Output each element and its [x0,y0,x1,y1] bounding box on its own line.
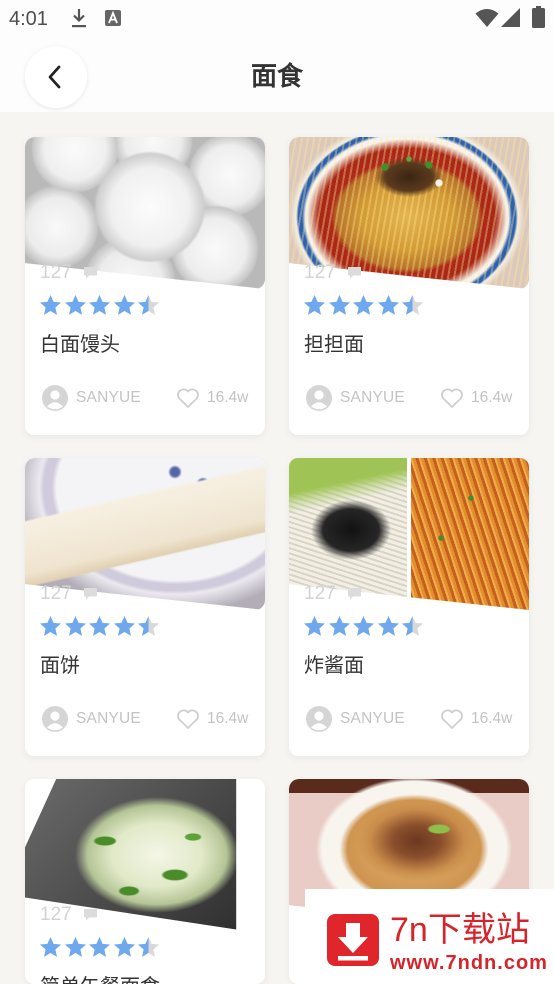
download-icon [70,8,88,28]
avatar-icon [42,706,68,732]
recipe-title: 面饼 [40,653,80,677]
star-icon [113,294,135,315]
star-rating [303,615,424,638]
star-icon [328,615,350,636]
comment-icon [83,587,98,601]
wifi-icon [475,8,499,27]
comment-count: 127 [40,262,72,283]
star-icon [88,615,111,636]
a-box-icon [105,10,121,26]
avatar-icon [306,706,332,732]
star-rating [39,615,160,638]
battery-icon [532,6,545,28]
recipe-card[interactable]: 127 简单午餐面食 [25,779,265,984]
recipe-title: 炸酱面 [304,653,364,677]
watermark: 7n下载站 www.7ndn.com [305,889,554,984]
star-icon [64,615,86,636]
half-star-icon [401,294,424,315]
author-name: SANYUE [340,389,405,406]
star-icon [39,615,62,636]
half-star-icon [137,615,160,636]
author-name: SANYUE [340,710,405,727]
recipe-card[interactable]: 127 白面馒头 SANYUE 16.4w [25,137,265,435]
star-icon [377,615,399,636]
author-name: SANYUE [76,710,141,727]
recipe-title: 简单午餐面食 [40,974,160,984]
comment-count: 127 [40,583,72,604]
star-icon [328,294,350,315]
recipe-card[interactable]: 127 炸酱面 SANYUE 16.4w [289,458,529,756]
comment-count: 127 [304,262,336,283]
comment-icon [347,587,362,601]
download-logo-icon [327,914,379,966]
heart-icon[interactable] [176,708,200,730]
page-title: 面食 [250,62,303,92]
star-icon [303,615,326,636]
star-rating [39,936,160,959]
comment-icon [83,908,98,922]
comment-count: 127 [304,583,336,604]
like-count: 16.4w [207,389,249,406]
top-bar: 4:01 面食 [0,0,554,112]
like-count: 16.4w [207,710,249,727]
star-icon [113,936,135,957]
comment-count: 127 [40,904,72,925]
star-icon [113,615,135,636]
heart-icon[interactable] [176,387,200,409]
star-icon [39,294,62,315]
recipe-title: 担担面 [304,332,364,356]
star-icon [377,294,399,315]
heart-icon[interactable] [440,387,464,409]
like-count: 16.4w [471,389,513,406]
avatar-icon [306,385,332,411]
image-right-half [411,458,529,610]
star-icon [64,936,86,957]
author-name: SANYUE [76,389,141,406]
recipe-title: 白面馒头 [40,332,120,356]
half-star-icon [401,615,424,636]
signal-icon [501,8,521,27]
watermark-name: 7n下载站 [390,911,530,949]
like-count: 16.4w [471,710,513,727]
star-icon [39,936,62,957]
star-icon [303,294,326,315]
star-icon [352,615,375,636]
star-rating [303,294,424,317]
star-icon [352,294,375,315]
avatar-icon [42,385,68,411]
star-icon [88,294,111,315]
star-rating [39,294,160,317]
watermark-url: www.7ndn.com [390,952,548,974]
recipe-card[interactable]: 127 面饼 SANYUE 16.4w [25,458,265,756]
half-star-icon [137,294,160,315]
half-star-icon [137,936,160,957]
star-icon [64,294,86,315]
status-time: 4:01 [9,8,48,30]
recipe-card[interactable]: 127 担担面 SANYUE 16.4w [289,137,529,435]
comment-icon [83,266,98,280]
star-icon [88,936,111,957]
heart-icon[interactable] [440,708,464,730]
comment-icon [347,266,362,280]
